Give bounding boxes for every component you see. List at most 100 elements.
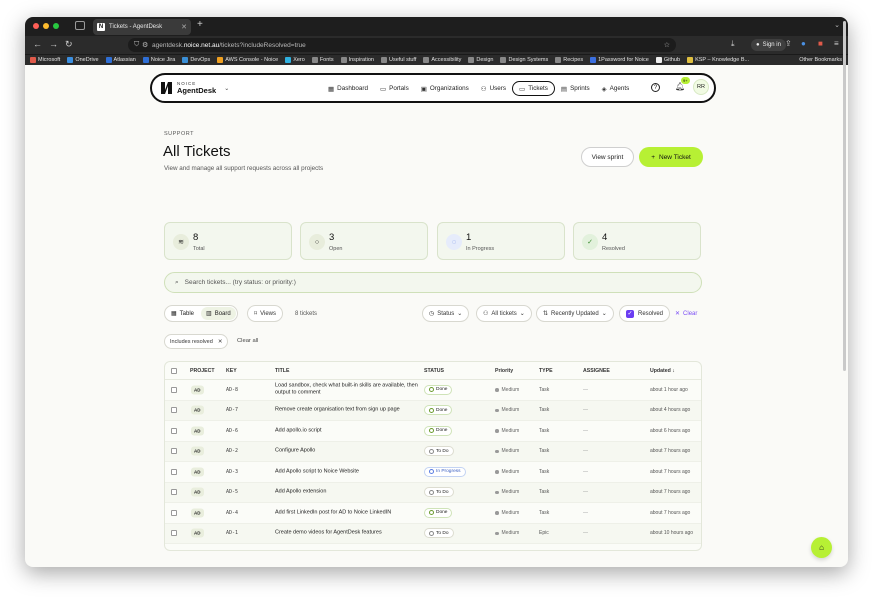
table-view-button[interactable]: ▦ Table	[166, 307, 199, 320]
reload-icon[interactable]: ↻	[65, 39, 73, 50]
search-input[interactable]: ⌕ Search tickets... (try status: or prio…	[164, 272, 702, 293]
ticket-key[interactable]: AD-3	[226, 469, 238, 475]
downloads-icon[interactable]: ⤓	[731, 39, 735, 49]
bookmark-item[interactable]: Github	[655, 57, 680, 63]
share-icon[interactable]: ⇪	[785, 39, 792, 48]
ticket-title[interactable]: Add first LinkedIn post for AD to Noice …	[275, 509, 420, 516]
status-badge[interactable]: To Do	[424, 446, 454, 457]
nav-item-organizations[interactable]: ▣ Organizations	[415, 81, 475, 96]
ticket-key[interactable]: AD-5	[226, 489, 238, 495]
ticket-title[interactable]: Configure Apollo	[275, 448, 420, 455]
nav-item-tickets[interactable]: ▭ Tickets	[512, 81, 555, 96]
stat-open[interactable]: ○ 3 Open	[300, 222, 428, 260]
assistant-bot-button[interactable]: ⌂	[811, 537, 832, 558]
minimize-window-button[interactable]	[43, 23, 49, 29]
avatar[interactable]: RR	[693, 79, 709, 95]
ticket-title[interactable]: Add Apollo script to Noice Website	[275, 468, 420, 475]
brand-logo[interactable]: NOICE AgentDesk ⌄	[161, 81, 229, 94]
forward-icon[interactable]: →	[49, 39, 58, 49]
close-tab-icon[interactable]: ✕	[181, 23, 187, 31]
col-title[interactable]: TITLE	[275, 368, 289, 374]
ticket-key[interactable]: AD-4	[226, 510, 238, 516]
bookmark-item[interactable]: KSP – Knowledge B...	[687, 57, 749, 63]
bookmark-item[interactable]: Atlassian	[105, 57, 136, 63]
ticket-title[interactable]: Load sandbox, check what built-in skills…	[275, 382, 420, 397]
row-checkbox[interactable]	[171, 468, 177, 475]
nav-item-dashboard[interactable]: ▦ Dashboard	[322, 81, 374, 96]
close-icon[interactable]: ✕	[218, 339, 223, 345]
row-checkbox[interactable]	[171, 427, 177, 434]
bookmark-item[interactable]: Fonts	[311, 57, 334, 63]
bookmark-item[interactable]: Recipes	[555, 57, 583, 63]
col-priority[interactable]: Priority	[495, 368, 513, 374]
tab-list-chevron-icon[interactable]: ⌄	[834, 21, 840, 29]
row-checkbox[interactable]	[171, 448, 177, 455]
clear-filters-button[interactable]: ✕ Clear	[675, 305, 697, 322]
views-button[interactable]: ⌑ Views	[247, 305, 283, 322]
ticket-key[interactable]: AD-8	[226, 387, 238, 393]
bookmark-item[interactable]: AWS Console - Noice	[217, 57, 278, 63]
bookmark-item[interactable]: Xero	[285, 57, 305, 63]
browser-tab[interactable]: N Tickets - AgentDesk ✕	[93, 19, 191, 35]
resolved-toggle[interactable]: ✓ Resolved	[619, 305, 671, 322]
stat-in-progress[interactable]: ◌ 1 In Progress	[437, 222, 565, 260]
status-badge[interactable]: Done	[424, 425, 453, 436]
filter-chip[interactable]: Includes resolved ✕	[164, 334, 229, 349]
scrollbar[interactable]	[843, 21, 846, 371]
page-info-icon[interactable]: ⚙	[142, 41, 148, 49]
col-status[interactable]: STATUS	[424, 368, 444, 374]
bookmark-item[interactable]: Inspiration	[340, 57, 374, 63]
status-filter[interactable]: ◷ Status ⌄	[422, 305, 470, 322]
status-badge[interactable]: To Do	[424, 487, 454, 498]
status-badge[interactable]: In Progress	[424, 466, 466, 477]
table-row[interactable]: AD AD-2 Configure Apollo To Do Medium Task — ab…	[165, 441, 701, 462]
ticket-key[interactable]: AD-7	[226, 407, 238, 413]
row-checkbox[interactable]	[171, 386, 177, 393]
table-row[interactable]: AD AD-3 Add Apollo script to Noice Website…	[165, 462, 701, 483]
table-row[interactable]: AD AD-1 Create demo videos for AgentDesk f…	[165, 523, 701, 544]
address-bar[interactable]: ⛉ ⚙ agentdesk. noice.net.au/tickets?inclu…	[128, 38, 676, 52]
nav-item-portals[interactable]: ▭ Portals	[374, 81, 415, 96]
table-row[interactable]: AD AD-6 Add apollo.io script Done Medium Task…	[165, 421, 701, 442]
status-badge[interactable]: Done	[424, 384, 453, 395]
ticket-title[interactable]: Add apollo.io script	[275, 427, 420, 434]
menu-icon[interactable]: ≡	[834, 39, 839, 48]
sidebar-toggle-icon[interactable]	[75, 21, 85, 30]
bookmark-item[interactable]: Design Systems	[500, 57, 548, 63]
status-badge[interactable]: Done	[424, 507, 453, 518]
ticket-title[interactable]: Create demo videos for AgentDesk feature…	[275, 530, 420, 537]
stat-resolved[interactable]: ✓ 4 Resolved	[573, 222, 701, 260]
sort-dropdown[interactable]: ⇅ Recently Updated ⌄	[536, 305, 614, 322]
all-tickets-filter[interactable]: ⚇ All tickets ⌄	[476, 305, 532, 322]
bookmark-item[interactable]: Useful stuff	[380, 57, 416, 63]
extension-icon[interactable]: ●	[801, 39, 806, 48]
bookmark-item[interactable]: Microsoft	[30, 57, 60, 63]
table-row[interactable]: AD AD-5 Add Apollo extension To Do Medium Tas…	[165, 482, 701, 503]
col-type[interactable]: TYPE	[539, 368, 553, 374]
bookmark-item[interactable]: 1Password for Noice	[590, 57, 649, 63]
view-sprint-button[interactable]: View sprint	[581, 147, 634, 167]
ticket-title[interactable]: Remove create organisation text from sig…	[275, 407, 420, 414]
col-updated[interactable]: Updated ↓	[650, 368, 675, 374]
ticket-key[interactable]: AD-1	[226, 530, 238, 536]
col-project[interactable]: PROJECT	[190, 368, 215, 374]
row-checkbox[interactable]	[171, 509, 177, 516]
ticket-key[interactable]: AD-6	[226, 428, 238, 434]
bookmark-star-icon[interactable]: ☆	[664, 41, 670, 49]
ticket-title[interactable]: Add Apollo extension	[275, 489, 420, 496]
board-view-button[interactable]: ▥ Board	[201, 307, 236, 320]
table-row[interactable]: AD AD-8 Load sandbox, check what built-in …	[165, 380, 701, 401]
bookmark-item[interactable]: DevOps	[182, 57, 210, 63]
help-icon[interactable]: ?	[651, 83, 660, 92]
row-checkbox[interactable]	[171, 407, 177, 414]
col-key[interactable]: KEY	[226, 368, 237, 374]
bookmark-item[interactable]: Noice Jira	[142, 57, 175, 63]
checkbox-checked-icon[interactable]: ✓	[626, 309, 634, 318]
chevron-down-icon[interactable]: ⌄	[224, 85, 229, 92]
status-badge[interactable]: To Do	[424, 528, 454, 539]
row-checkbox[interactable]	[171, 489, 177, 496]
table-row[interactable]: AD AD-4 Add first LinkedIn post for AD to …	[165, 503, 701, 524]
status-badge[interactable]: Done	[424, 405, 453, 416]
extension-badge-icon[interactable]: ■	[818, 39, 823, 48]
bookmark-item[interactable]: Design	[468, 57, 493, 63]
